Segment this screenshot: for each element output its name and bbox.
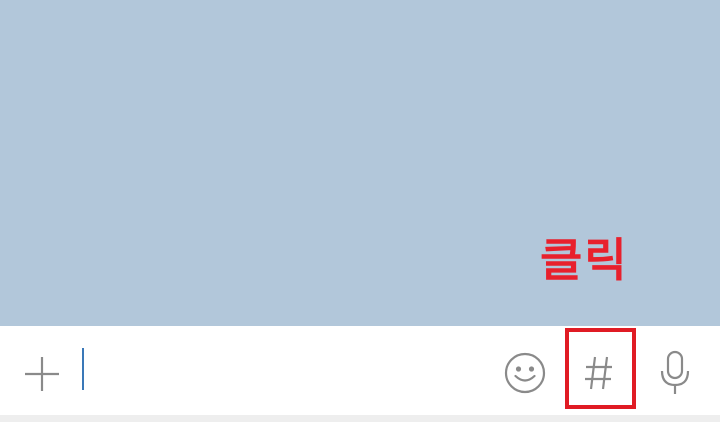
smiley-icon [504, 352, 546, 394]
hashtag-search-button[interactable] [570, 348, 628, 398]
text-caret [82, 348, 84, 390]
add-attachment-button[interactable] [18, 350, 66, 398]
message-input[interactable] [80, 346, 480, 396]
bottom-divider [0, 415, 720, 422]
emoji-button[interactable] [500, 348, 550, 398]
message-input-bar [0, 326, 720, 415]
microphone-icon [660, 350, 690, 394]
click-annotation-label: 클릭 [540, 233, 629, 287]
hash-icon [585, 356, 612, 390]
voice-message-button[interactable] [650, 346, 700, 400]
plus-icon [25, 357, 59, 391]
